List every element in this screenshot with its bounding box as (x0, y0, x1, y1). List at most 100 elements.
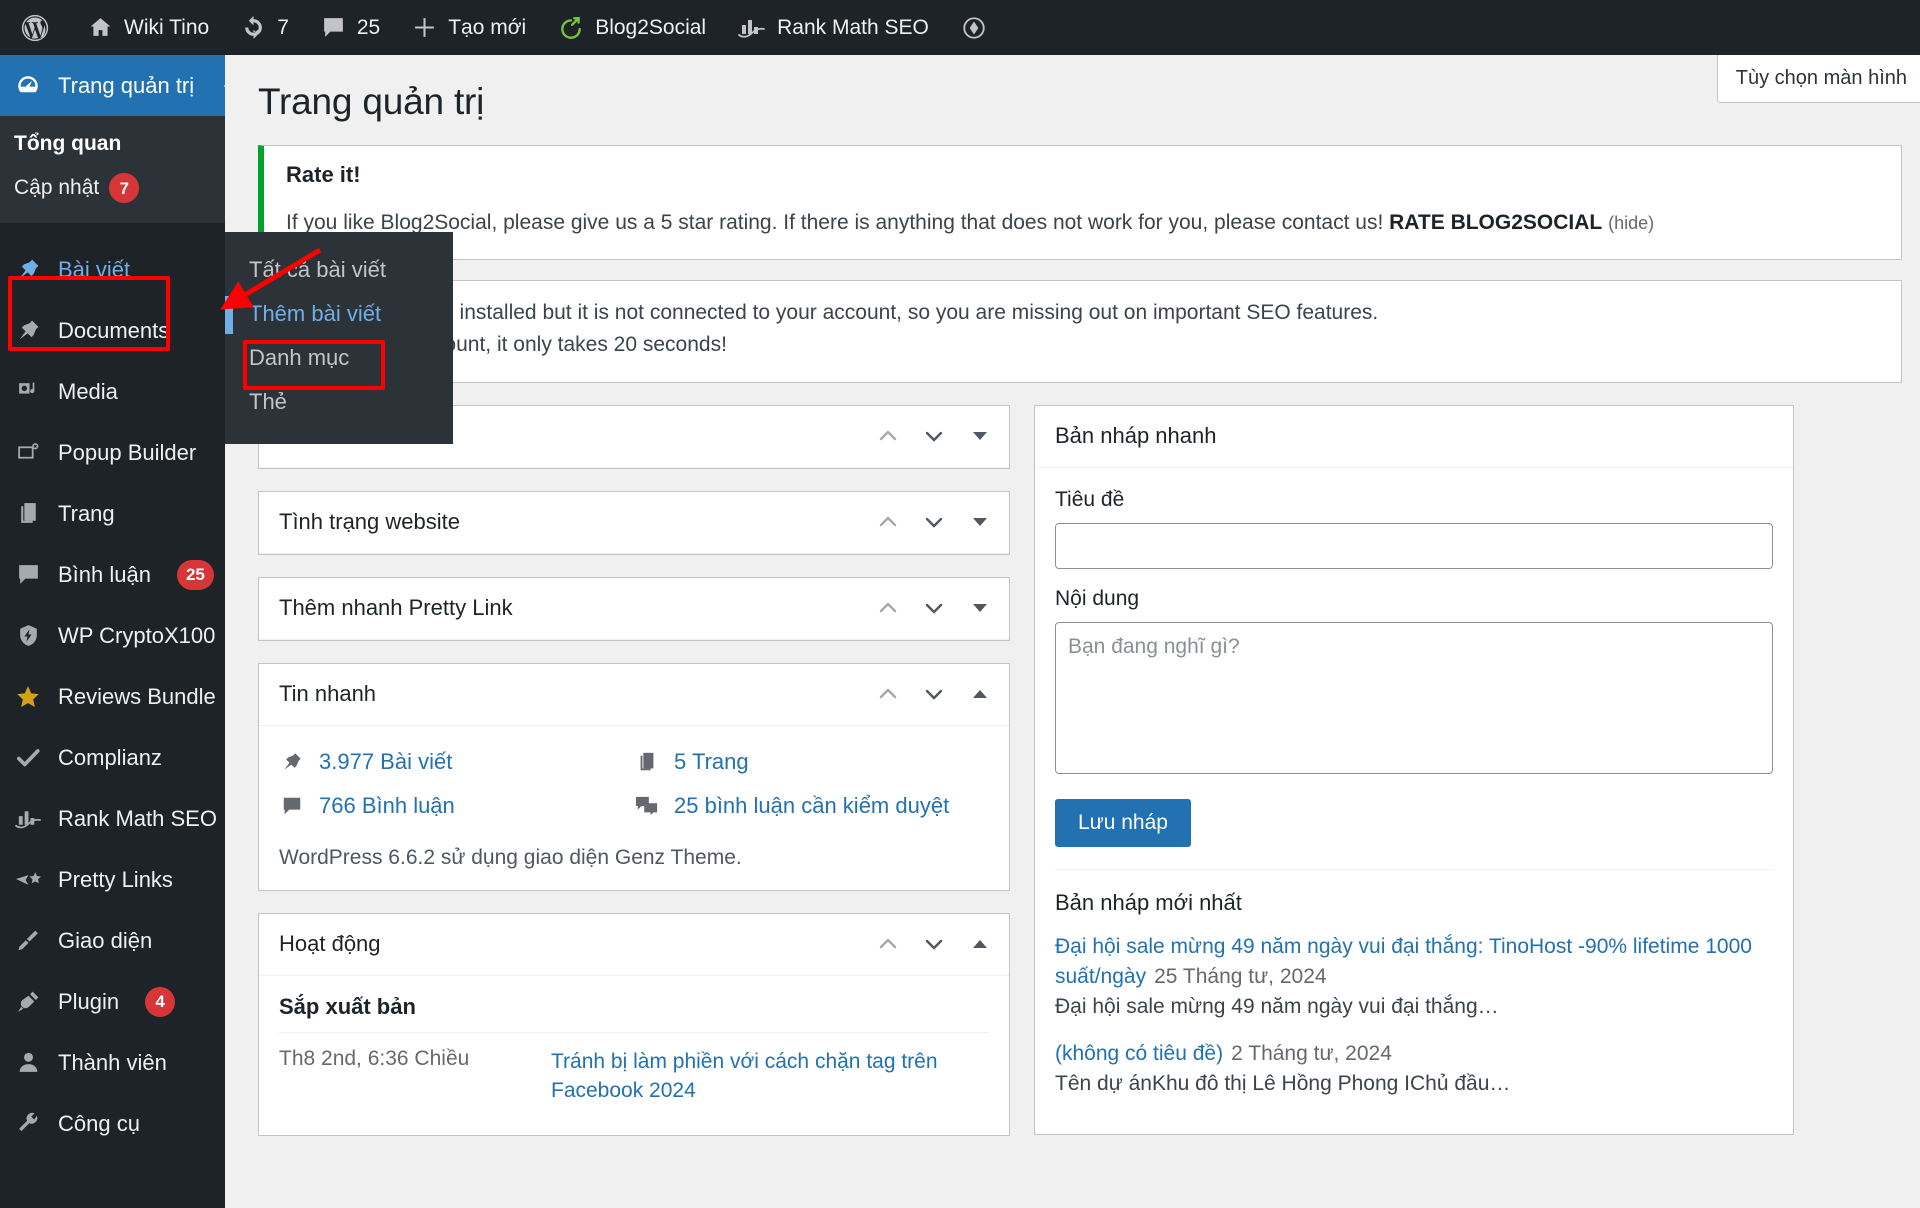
sidebar-item-pages[interactable]: Trang (0, 483, 225, 544)
move-up-icon[interactable] (875, 595, 901, 621)
sidebar-divider (0, 223, 225, 239)
appearance-icon (14, 927, 42, 955)
activity-row-title[interactable]: Tránh bị làm phiền với cách chặn tag trê… (551, 1047, 989, 1106)
sidebar-item-dashboard[interactable]: Trang quản trị (0, 55, 225, 116)
postbox-pretty-link-title: Thêm nhanh Pretty Link (279, 595, 513, 621)
hide-notice-link[interactable]: (hide) (1608, 213, 1654, 233)
sidebar-item-documents[interactable]: Documents (0, 300, 225, 361)
recent-draft-title[interactable]: (không có tiêu đề) (1055, 1042, 1223, 1065)
plugin-icon (14, 988, 42, 1016)
dashboard-column-right: Bản nháp nhanh Tiêu đề Nội dung Lưu nháp… (1034, 404, 1794, 1137)
move-up-icon[interactable] (875, 681, 901, 707)
sidebar-item-popup-builder-label: Popup Builder (58, 439, 197, 465)
postbox-site-health-controls (875, 509, 993, 535)
adminbar-new-content[interactable]: Tạo mới (396, 0, 542, 55)
comment-icon (279, 795, 305, 817)
adminbar-updates[interactable]: 7 (225, 0, 305, 55)
quick-draft-title-label: Tiêu đề (1055, 487, 1125, 511)
recent-draft-item: Đại hội sale mừng 49 năm ngày vui đại th… (1055, 930, 1773, 1037)
sidebar-item-plugins[interactable]: Plugin 4 (0, 971, 225, 1032)
move-down-icon[interactable] (921, 509, 947, 535)
adminbar-blog2social[interactable]: Blog2Social (542, 0, 722, 55)
flyout-item-add-post[interactable]: Thêm bài viết (225, 292, 453, 336)
media-icon (14, 378, 42, 406)
adminbar-site-name-label: Wiki Tino (124, 15, 210, 39)
sidebar-item-tools[interactable]: Công cụ (0, 1093, 225, 1154)
postbox-quick-draft-header: Bản nháp nhanh (1035, 406, 1793, 468)
postbox-at-a-glance-body: 3.977 Bài viết 5 Trang 766 Bình luận 25 … (259, 726, 1009, 890)
screen-options-button[interactable]: Tùy chọn màn hình (1716, 55, 1920, 103)
pretty-links-icon (14, 866, 42, 894)
sidebar-item-posts[interactable]: Bài viết (0, 239, 225, 300)
sidebar-item-comments[interactable]: Bình luận 25 (0, 544, 225, 605)
move-up-icon[interactable] (875, 509, 901, 535)
sidebar-item-users[interactable]: Thành viên (0, 1032, 225, 1093)
rate-notice-title: Rate it! (286, 162, 361, 187)
toggle-panel-icon[interactable] (967, 931, 993, 957)
sidebar-item-appearance[interactable]: Giao diện (0, 910, 225, 971)
home-icon (88, 15, 113, 40)
postbox-quick-draft-body: Tiêu đề Nội dung Lưu nháp Bản nháp mới n… (1035, 468, 1793, 1134)
sidebar-item-reviews-bundle[interactable]: Reviews Bundle (0, 666, 225, 727)
sidebar-item-dashboard-label: Trang quản trị (58, 72, 195, 98)
move-down-icon[interactable] (921, 595, 947, 621)
pages-icon (634, 751, 660, 773)
adminbar-comments-count: 25 (356, 15, 381, 39)
sidebar-subitem-overview[interactable]: Tổng quan (0, 122, 225, 166)
sidebar-item-complianz[interactable]: Complianz (0, 727, 225, 788)
sidebar-item-media-label: Media (58, 378, 118, 404)
sidebar-item-wp-cryptox100[interactable]: WP CryptoX100 (0, 605, 225, 666)
adminbar-extra[interactable] (945, 0, 1003, 55)
postbox-activity: Hoạt động Sắp xuất bản Th8 2nd, 6:36 Chi… (258, 912, 1010, 1137)
check-icon (14, 744, 42, 772)
move-up-icon[interactable] (875, 423, 901, 449)
rate-blog2social-link[interactable]: RATE BLOG2SOCIAL (1389, 211, 1602, 234)
toggle-panel-icon[interactable] (967, 509, 993, 535)
rank-math-notice-line1: Rank Math SEO is installed but it is not… (281, 300, 1379, 324)
postbox-activity-controls (875, 931, 993, 957)
sidebar-submenu-dashboard: Tổng quan Cập nhật 7 (0, 116, 225, 224)
rank-math-notice-line2: Connect your account, it only takes 20 s… (281, 333, 727, 357)
move-down-icon[interactable] (921, 681, 947, 707)
glance-comments[interactable]: 766 Bình luận (279, 784, 634, 828)
postbox-rank-math-controls (875, 423, 993, 449)
flyout-item-tags[interactable]: Thẻ (225, 380, 453, 424)
sidebar-item-rank-math-seo[interactable]: Rank Math SEO (0, 788, 225, 849)
sidebar-item-popup-builder[interactable]: Popup Builder (0, 422, 225, 483)
quick-draft-title-input[interactable] (1055, 522, 1773, 569)
toggle-panel-icon[interactable] (967, 681, 993, 707)
pin-icon (279, 751, 305, 773)
move-up-icon[interactable] (875, 931, 901, 957)
move-down-icon[interactable] (921, 931, 947, 957)
adminbar-rank-math[interactable]: Rank Math SEO (722, 0, 945, 55)
flyout-item-categories[interactable]: Danh mục (225, 336, 453, 380)
toggle-panel-icon[interactable] (967, 423, 993, 449)
activity-row: Th8 2nd, 6:36 Chiều Tránh bị làm phiền v… (279, 1031, 989, 1116)
comments-moderate-icon (634, 795, 660, 817)
flyout-item-all-posts[interactable]: Tất cả bài viết (225, 248, 453, 292)
glance-pages[interactable]: 5 Trang (634, 740, 989, 784)
adminbar-site-name[interactable]: Wiki Tino (72, 0, 225, 55)
sidebar-item-wp-cryptox100-label: WP CryptoX100 (58, 622, 216, 648)
at-a-glance-version-note: WordPress 6.6.2 sử dụng giao diện Genz T… (279, 845, 742, 869)
adminbar-wp-logo[interactable] (0, 0, 72, 55)
sidebar-item-media[interactable]: Media (0, 361, 225, 422)
postbox-at-a-glance: Tin nhanh 3.977 Bài viết 5 Trang 766 Bìn… (258, 662, 1010, 891)
adminbar-comments[interactable]: 25 (305, 0, 396, 55)
sidebar-item-pretty-links-label: Pretty Links (58, 866, 173, 892)
sidebar-item-plugins-label: Plugin (58, 988, 120, 1014)
sidebar-subitem-updates[interactable]: Cập nhật 7 (0, 166, 225, 210)
move-down-icon[interactable] (921, 423, 947, 449)
admin-content-area: Tùy chọn màn hình Trang quản trị Rate it… (225, 55, 1920, 1208)
wp-admin-screen: Wiki Tino 7 25 Tạo mới Blog2Social Rank … (0, 0, 1920, 1208)
popup-icon (14, 439, 42, 467)
toggle-panel-icon[interactable] (967, 595, 993, 621)
glance-pages-label: 5 Trang (674, 748, 749, 774)
quick-draft-content-textarea[interactable] (1055, 621, 1773, 774)
sidebar-item-pretty-links[interactable]: Pretty Links (0, 849, 225, 910)
glance-moderate[interactable]: 25 bình luận cần kiểm duyệt (634, 784, 989, 828)
adminbar-updates-count: 7 (277, 15, 289, 39)
save-draft-button[interactable]: Lưu nháp (1055, 798, 1191, 847)
glance-posts[interactable]: 3.977 Bài viết (279, 740, 634, 784)
postbox-pretty-link: Thêm nhanh Pretty Link (258, 576, 1010, 641)
